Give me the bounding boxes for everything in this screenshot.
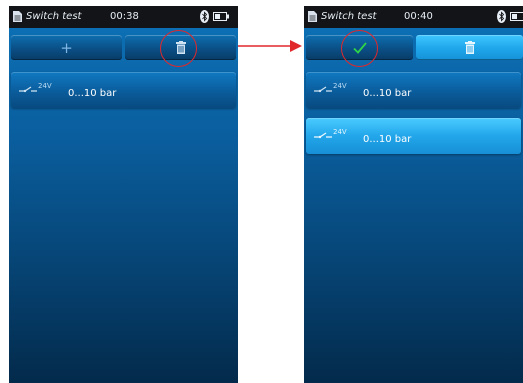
transition-arrow bbox=[238, 40, 302, 52]
clock: 00:38 bbox=[110, 11, 139, 22]
list-item[interactable]: 24V 0...10 bar bbox=[11, 72, 236, 108]
trash-icon bbox=[464, 41, 475, 54]
voltage-label: 24V bbox=[333, 82, 347, 90]
battery-icon bbox=[213, 12, 229, 21]
switch-icon bbox=[314, 132, 332, 139]
battery-icon bbox=[510, 12, 523, 21]
document-icon bbox=[13, 11, 22, 22]
toolbar bbox=[306, 35, 523, 60]
list-item[interactable]: 24V 0...10 bar bbox=[306, 72, 521, 108]
voltage-label: 24V bbox=[333, 128, 347, 136]
list-item-selected[interactable]: 24V 0...10 bar bbox=[306, 118, 521, 154]
status-bar: Switch test 00:40 bbox=[304, 6, 523, 28]
highlight-circle bbox=[341, 30, 378, 67]
voltage-label: 24V bbox=[38, 82, 52, 90]
delete-button[interactable] bbox=[416, 35, 523, 60]
clock: 00:40 bbox=[404, 11, 433, 22]
bluetooth-icon bbox=[200, 10, 209, 23]
add-label: + bbox=[60, 38, 73, 57]
screen-before: Switch test 00:38 + 24V 0...10 bar bbox=[9, 6, 238, 383]
bluetooth-icon bbox=[497, 10, 506, 23]
switch-icon bbox=[314, 86, 332, 93]
toolbar: + bbox=[11, 35, 236, 60]
range-label: 0...10 bar bbox=[363, 88, 412, 99]
range-label: 0...10 bar bbox=[68, 88, 117, 99]
range-label: 0...10 bar bbox=[363, 134, 412, 145]
highlight-circle bbox=[160, 30, 197, 67]
comparison-stage: Switch test 00:38 + 24V 0...10 bar Switc… bbox=[0, 0, 523, 383]
switch-icon bbox=[19, 86, 37, 93]
app-title: Switch test bbox=[26, 11, 82, 22]
document-icon bbox=[308, 11, 317, 22]
app-title: Switch test bbox=[321, 11, 377, 22]
add-button[interactable]: + bbox=[11, 35, 122, 60]
status-bar: Switch test 00:38 bbox=[9, 6, 238, 28]
screen-after: Switch test 00:40 24V 0...10 bar 24V 0..… bbox=[304, 6, 523, 383]
